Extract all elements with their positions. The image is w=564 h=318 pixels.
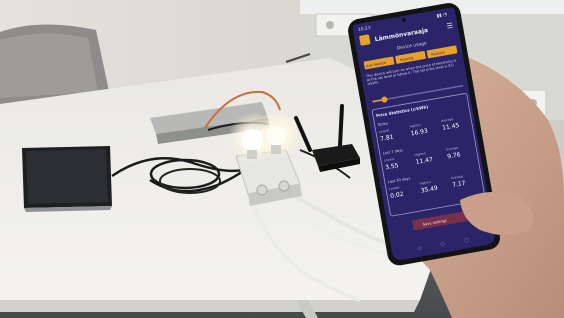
photo-scene: 10:23 ▮▮ ◔ Lämmönvaraaja ☰ Device usage …	[0, 0, 564, 318]
table-edge	[0, 300, 420, 312]
photo-canvas: 10:23 ▮▮ ◔ Lämmönvaraaja ☰ Device usage …	[0, 0, 564, 318]
tablet-device	[22, 146, 112, 212]
app-logo	[359, 34, 371, 46]
